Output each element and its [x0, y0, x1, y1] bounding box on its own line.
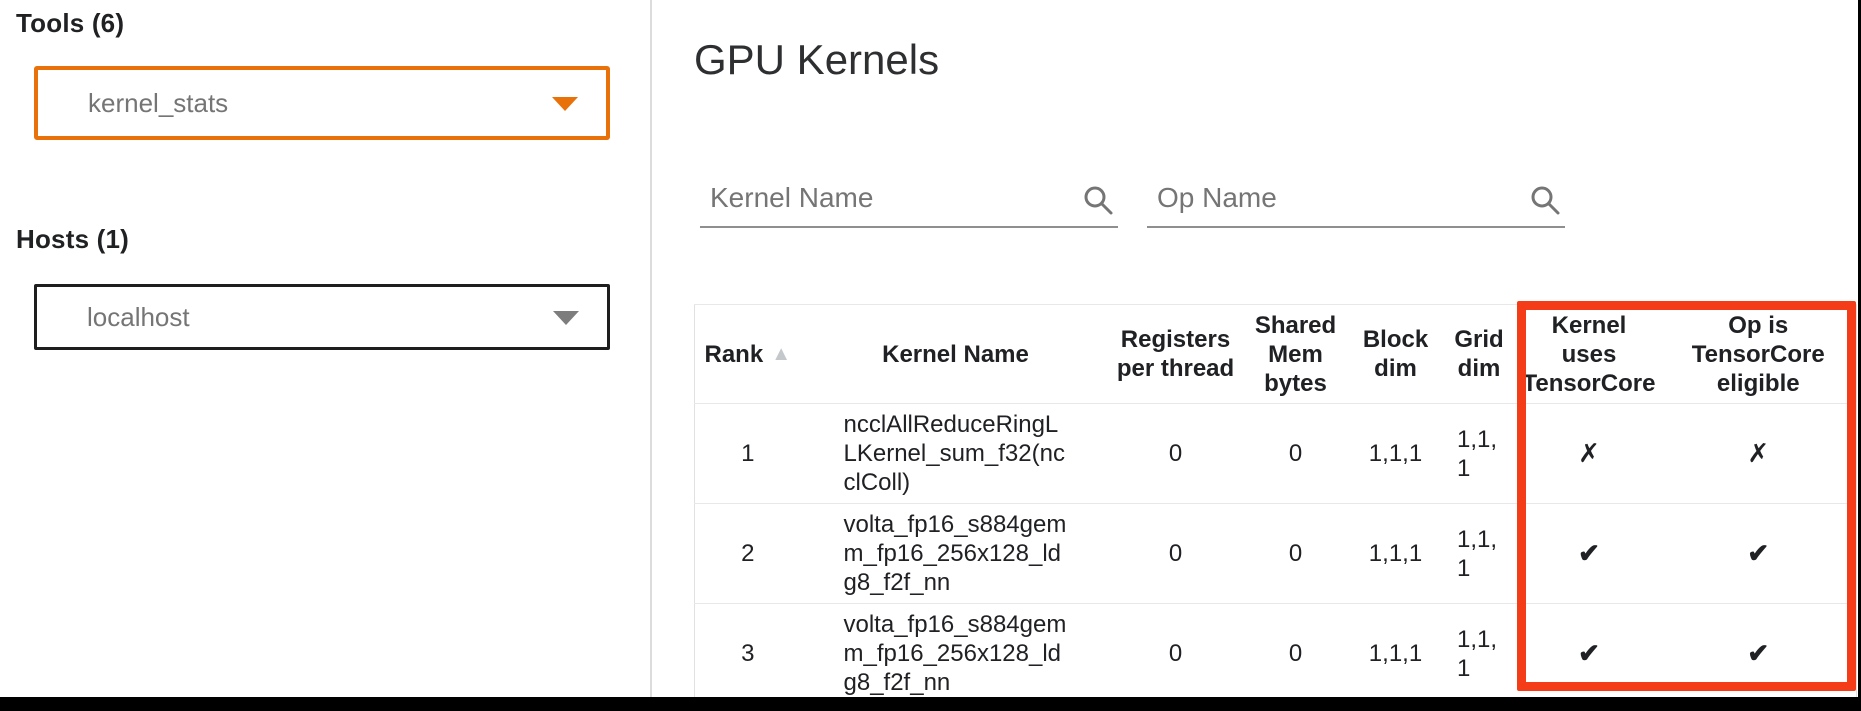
kernel-name-cell: volta_fp16_s884gemm_fp16_256x128_ldg8_f2…: [801, 604, 1111, 704]
window-border-bottom: [0, 697, 1861, 711]
rank-cell: 2: [695, 504, 801, 604]
sort-asc-icon: ▲: [771, 343, 791, 365]
kernel-name-input[interactable]: [700, 156, 1118, 226]
hosts-select[interactable]: localhost: [34, 284, 610, 350]
shared-mem-cell: 0: [1241, 604, 1351, 704]
shared-mem-cell: 0: [1241, 404, 1351, 504]
column-header-rank[interactable]: Rank ▲: [695, 305, 801, 404]
table-row: 2 volta_fp16_s884gemm_fp16_256x128_ldg8_…: [695, 504, 1857, 604]
kernel-name-cell: volta_fp16_s884gemm_fp16_256x128_ldg8_f2…: [801, 504, 1111, 604]
tools-section-label: Tools (6): [16, 8, 124, 39]
tools-select[interactable]: kernel_stats: [34, 66, 610, 140]
block-dim-cell: 1,1,1: [1351, 404, 1441, 504]
rank-cell: 1: [695, 404, 801, 504]
kernel-name-cell: ncclAllReduceRingLLKernel_sum_f32(ncclCo…: [801, 404, 1111, 504]
check-mark-icon: ✔: [1518, 504, 1661, 604]
kernel-name-filter: [700, 156, 1118, 228]
table-row: 3 volta_fp16_s884gemm_fp16_256x128_ldg8_…: [695, 604, 1857, 704]
block-dim-cell: 1,1,1: [1351, 604, 1441, 704]
check-mark-icon: ✔: [1518, 604, 1661, 704]
registers-cell: 0: [1111, 604, 1241, 704]
search-icon: [1082, 184, 1114, 216]
rank-cell: 3: [695, 604, 801, 704]
hosts-section-label: Hosts (1): [16, 224, 129, 255]
check-mark-icon: ✔: [1661, 604, 1857, 704]
column-header-block-dim[interactable]: Block dim: [1351, 305, 1441, 404]
search-icon: [1529, 184, 1561, 216]
table-row: 1 ncclAllReduceRingLLKernel_sum_f32(nccl…: [695, 404, 1857, 504]
chevron-down-icon: [553, 311, 579, 325]
tools-select-value: kernel_stats: [38, 88, 228, 119]
grid-dim-cell: 1,1,1: [1441, 504, 1518, 604]
column-header-grid-dim[interactable]: Grid dim: [1441, 305, 1518, 404]
chevron-down-icon: [552, 97, 578, 111]
sidebar-divider: [650, 0, 652, 697]
hosts-select-value: localhost: [37, 302, 190, 333]
block-dim-cell: 1,1,1: [1351, 504, 1441, 604]
column-header-kernel-uses-tensorcore[interactable]: Kernel uses TensorCore: [1518, 305, 1661, 404]
x-mark-icon: ✗: [1661, 404, 1857, 504]
column-header-op-tensorcore-eligible[interactable]: Op is TensorCore eligible: [1661, 305, 1857, 404]
column-header-label: Rank: [705, 341, 764, 368]
op-name-filter: [1147, 156, 1565, 228]
column-header-kernel-name[interactable]: Kernel Name: [801, 305, 1111, 404]
check-mark-icon: ✔: [1661, 504, 1857, 604]
table-header-row: Rank ▲ Kernel Name Registers per thread S…: [695, 305, 1857, 404]
registers-cell: 0: [1111, 504, 1241, 604]
registers-cell: 0: [1111, 404, 1241, 504]
page-title: GPU Kernels: [694, 36, 939, 84]
op-name-input[interactable]: [1147, 156, 1565, 226]
column-header-registers-per-thread[interactable]: Registers per thread: [1111, 305, 1241, 404]
shared-mem-cell: 0: [1241, 504, 1351, 604]
x-mark-icon: ✗: [1518, 404, 1661, 504]
grid-dim-cell: 1,1,1: [1441, 404, 1518, 504]
column-header-shared-mem-bytes[interactable]: Shared Mem bytes: [1241, 305, 1351, 404]
gpu-kernels-table: Rank ▲ Kernel Name Registers per thread S…: [694, 304, 1857, 704]
grid-dim-cell: 1,1,1: [1441, 604, 1518, 704]
